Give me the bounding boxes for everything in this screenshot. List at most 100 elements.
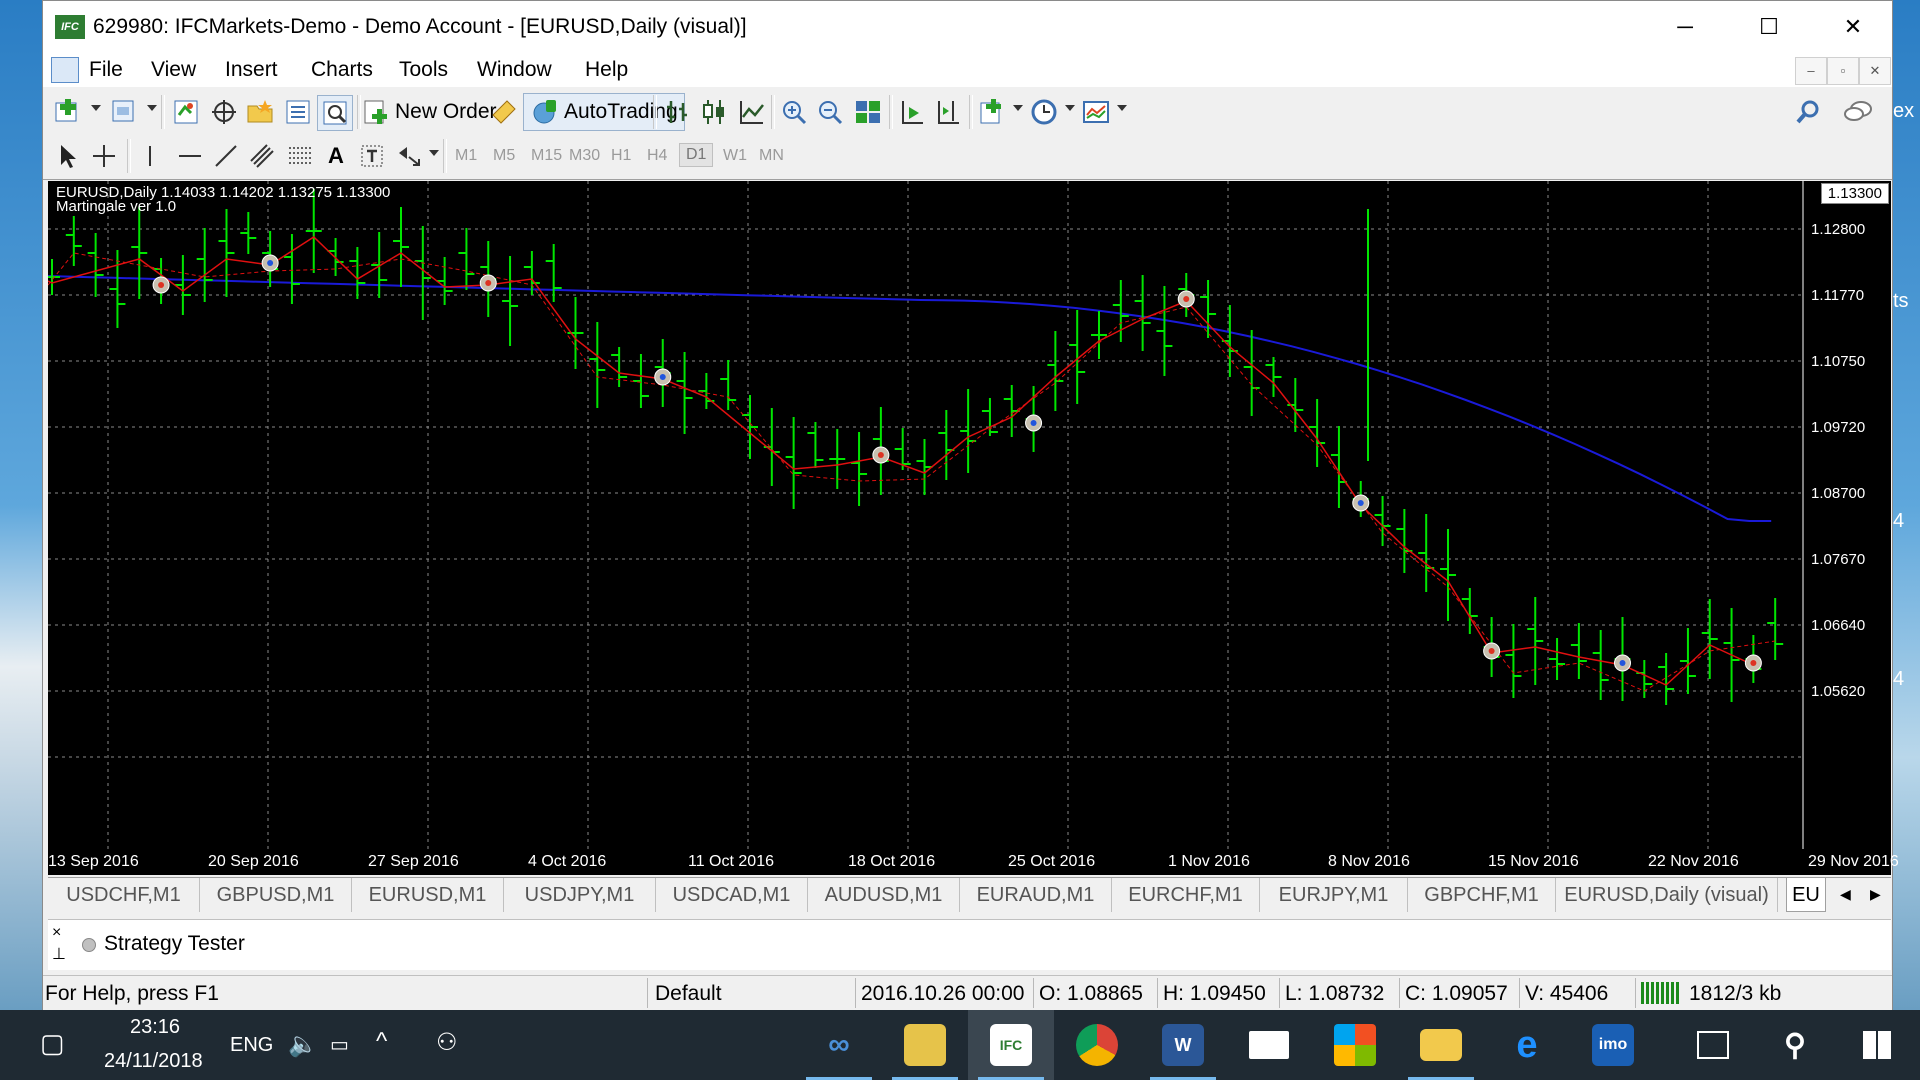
tab-eu[interactable]: EU — [1786, 878, 1826, 912]
windows-icon[interactable] — [1834, 1010, 1920, 1080]
chat-icon[interactable] — [1841, 95, 1875, 129]
zoom-out-icon[interactable] — [813, 95, 847, 129]
metaeditor-icon[interactable] — [487, 95, 521, 129]
line-chart-icon[interactable] — [735, 95, 769, 129]
bar-chart-icon[interactable] — [661, 95, 695, 129]
menu-charts[interactable]: Charts — [311, 58, 373, 82]
zoom-in-icon[interactable] — [777, 95, 811, 129]
mt4-icon[interactable] — [882, 1010, 968, 1080]
new-order-button[interactable]: New Order — [361, 93, 497, 131]
tab-audusd-m1[interactable]: AUDUSD,M1 — [808, 878, 960, 912]
new-chart-dropdown-icon[interactable] — [91, 105, 101, 111]
mdi-minimize-button[interactable]: – — [1795, 57, 1827, 85]
timeframe-m30[interactable]: M30 — [569, 147, 600, 165]
menu-tools[interactable]: Tools — [399, 58, 448, 82]
clock-time[interactable]: 23:16 — [130, 1016, 180, 1039]
indicators-icon[interactable] — [975, 95, 1009, 129]
menu-file[interactable]: File — [89, 58, 123, 82]
tabs-scroll-left-icon[interactable]: ◀ — [1840, 886, 1851, 903]
profiles-icon[interactable] — [107, 95, 141, 129]
periods-clock-icon[interactable] — [1027, 95, 1061, 129]
periods-dropdown-icon[interactable] — [1065, 105, 1075, 111]
menu-help[interactable]: Help — [585, 58, 628, 82]
tab-usdjpy-m1[interactable]: USDJPY,M1 — [504, 878, 656, 912]
arrows-icon[interactable] — [393, 139, 427, 173]
imo-icon[interactable]: imo — [1570, 1010, 1656, 1080]
mail-icon[interactable] — [1226, 1010, 1312, 1080]
word-icon[interactable]: W — [1140, 1010, 1226, 1080]
templates-dropdown-icon[interactable] — [1117, 105, 1127, 111]
arrows-dropdown-icon[interactable] — [429, 150, 439, 156]
crosshair-icon[interactable] — [87, 139, 121, 173]
chart-canvas[interactable] — [48, 181, 1891, 849]
strategy-tester-icon[interactable] — [317, 95, 353, 131]
tabs-scroll-right-icon[interactable]: ▶ — [1870, 886, 1881, 903]
terminal-icon[interactable] — [281, 95, 315, 129]
auto-scroll-icon[interactable] — [895, 95, 929, 129]
strategy-tester-title[interactable]: Strategy Tester — [104, 932, 245, 956]
clock-date[interactable]: 24/11/2018 — [104, 1050, 203, 1073]
timeframe-m15[interactable]: M15 — [531, 147, 562, 165]
tab-gbpusd-m1[interactable]: GBPUSD,M1 — [200, 878, 352, 912]
ifc-markets-icon[interactable]: IFC — [968, 1010, 1054, 1080]
input-language[interactable]: ENG — [230, 1034, 273, 1057]
timeframe-m1[interactable]: M1 — [455, 147, 477, 165]
tab-usdcad-m1[interactable]: USDCAD,M1 — [656, 878, 808, 912]
people-icon[interactable]: ⚇ — [436, 1028, 458, 1057]
data-window-icon[interactable] — [207, 95, 241, 129]
tile-windows-icon[interactable] — [851, 95, 885, 129]
menu-view[interactable]: View — [151, 58, 196, 82]
indicators-dropdown-icon[interactable] — [1013, 105, 1023, 111]
tab-gbpchf-m1[interactable]: GBPCHF,M1 — [1408, 878, 1556, 912]
minimize-button[interactable]: ─ — [1643, 1, 1727, 53]
store-icon[interactable] — [1312, 1010, 1398, 1080]
timeframe-h1[interactable]: H1 — [611, 147, 631, 165]
fibonacci-icon[interactable] — [283, 139, 317, 173]
mdi-close-button[interactable]: ✕ — [1859, 57, 1891, 85]
horizontal-line-icon[interactable] — [173, 139, 207, 173]
mdi-restore-button[interactable]: ▫ — [1827, 57, 1859, 85]
tab-eurusd-m1[interactable]: EURUSD,M1 — [352, 878, 504, 912]
timeframe-d1[interactable]: D1 — [679, 143, 714, 167]
tab-usdchf-m1[interactable]: USDCHF,M1 — [48, 878, 200, 912]
edge-icon[interactable]: e — [1484, 1010, 1570, 1080]
tester-pin-icon[interactable]: ⊥ — [52, 944, 66, 964]
chart-shift-icon[interactable] — [931, 95, 965, 129]
price-chart[interactable]: EURUSD,Daily 1.14033 1.14202 1.13275 1.1… — [48, 181, 1891, 870]
text-label-icon[interactable] — [355, 139, 389, 173]
candlesticks-icon[interactable] — [697, 95, 731, 129]
action-center-icon[interactable]: ▢ — [40, 1028, 65, 1059]
tab-eurusd-daily-visual[interactable]: EURUSD,Daily (visual) — [1556, 878, 1778, 912]
new-chart-icon[interactable] — [51, 95, 85, 129]
profiles-dropdown-icon[interactable] — [147, 105, 157, 111]
show-hidden-icons-icon[interactable]: ^ — [376, 1028, 387, 1056]
chrome-icon[interactable] — [1054, 1010, 1140, 1080]
tester-close-icon[interactable]: × — [52, 924, 61, 942]
market-watch-icon[interactable] — [169, 95, 203, 129]
network-icon[interactable]: ▭ — [330, 1032, 349, 1057]
text-icon[interactable]: A — [319, 139, 353, 173]
task-view-icon[interactable] — [1670, 1010, 1756, 1080]
navigator-icon[interactable] — [243, 95, 277, 129]
folder-icon[interactable] — [1398, 1010, 1484, 1080]
search-icon[interactable]: ⚲ — [1752, 1010, 1838, 1080]
tab-euraud-m1[interactable]: EURAUD,M1 — [960, 878, 1112, 912]
volume-icon[interactable]: 🔈 — [288, 1030, 318, 1059]
timeframe-w1[interactable]: W1 — [723, 147, 747, 165]
menu-window[interactable]: Window — [477, 58, 552, 82]
tab-eurjpy-m1[interactable]: EURJPY,M1 — [1260, 878, 1408, 912]
chart-window-icon[interactable] — [51, 57, 79, 83]
templates-icon[interactable] — [1079, 95, 1113, 129]
timeframe-m5[interactable]: M5 — [493, 147, 515, 165]
chain-icon[interactable]: ∞ — [796, 1010, 882, 1080]
vertical-line-icon[interactable] — [133, 139, 167, 173]
menu-insert[interactable]: Insert — [225, 58, 278, 82]
trendline-icon[interactable] — [209, 139, 243, 173]
equidistant-channel-icon[interactable] — [245, 139, 279, 173]
cursor-icon[interactable] — [51, 139, 85, 173]
close-button[interactable]: ✕ — [1811, 1, 1895, 53]
timeframe-h4[interactable]: H4 — [647, 147, 667, 165]
tab-eurchf-m1[interactable]: EURCHF,M1 — [1112, 878, 1260, 912]
maximize-button[interactable]: ☐ — [1727, 1, 1811, 53]
search-icon[interactable] — [1791, 95, 1825, 129]
